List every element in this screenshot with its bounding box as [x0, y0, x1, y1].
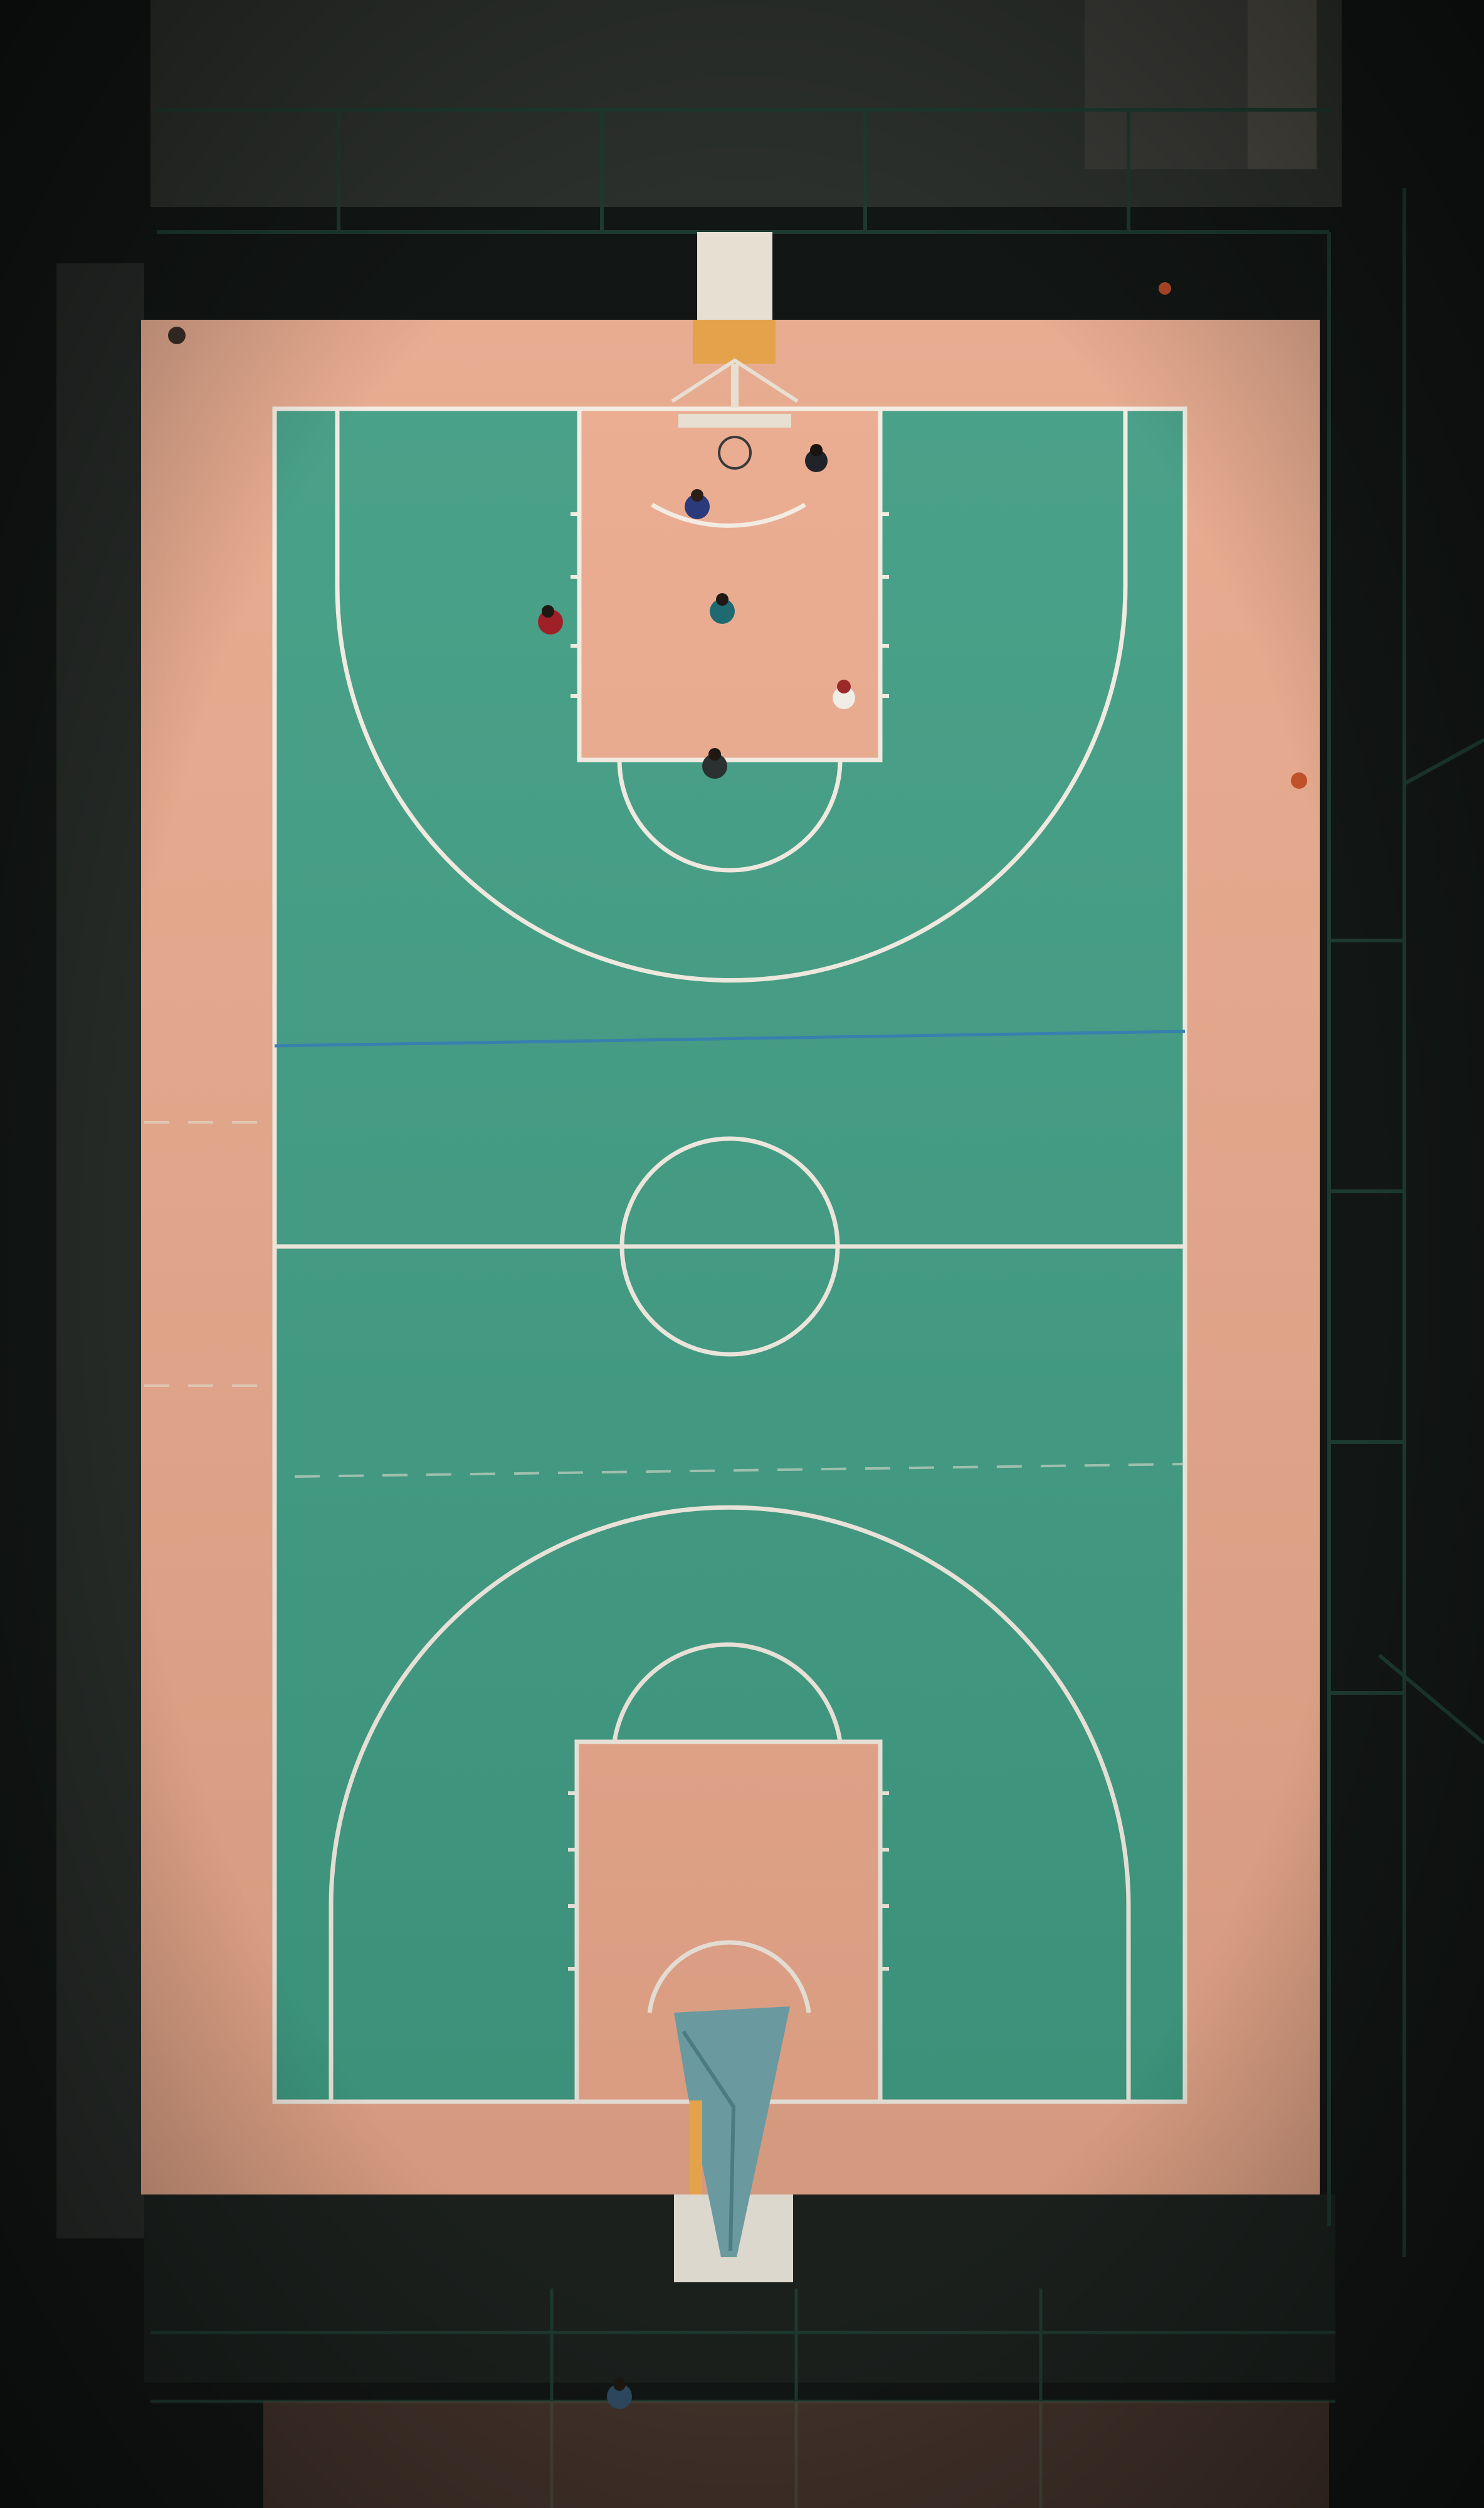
vignette — [0, 0, 1484, 2508]
aerial-court-photo — [0, 0, 1484, 2508]
